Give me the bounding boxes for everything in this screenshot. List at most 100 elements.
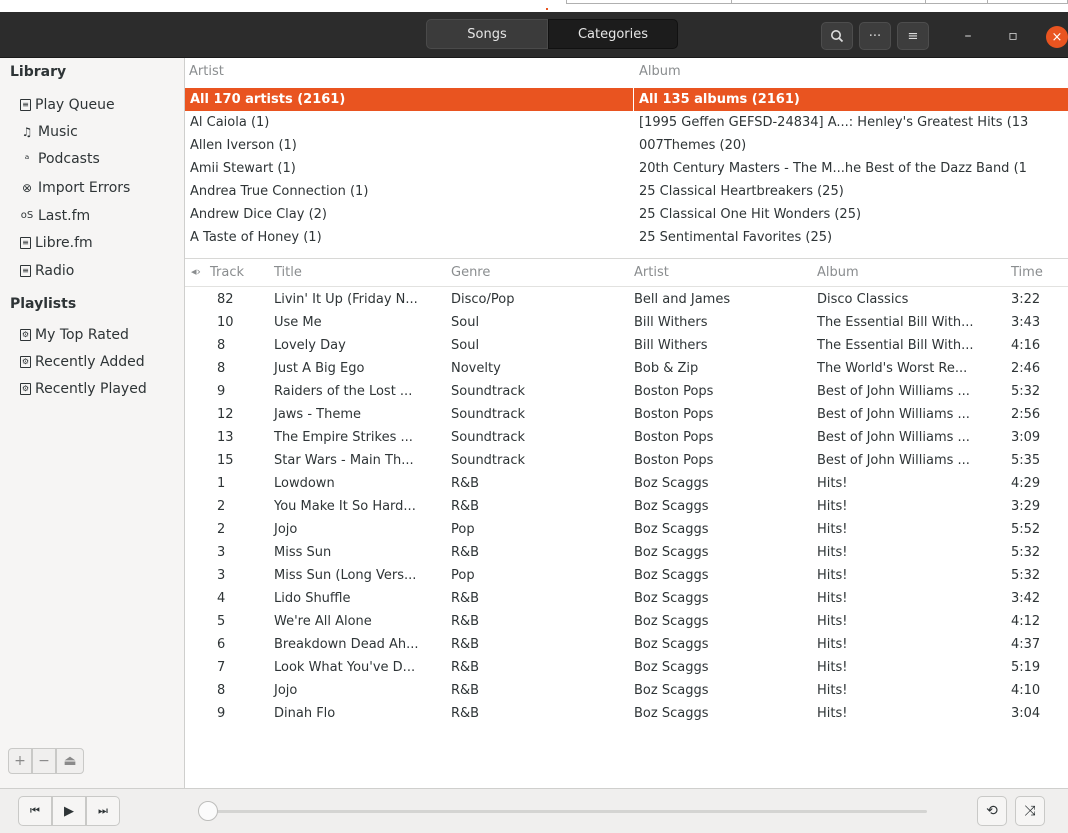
artist-item[interactable]: Andrea True Connection (1) — [185, 180, 633, 203]
cell-artist: Boston Pops — [634, 453, 714, 468]
seek-slider[interactable] — [205, 810, 927, 813]
table-row[interactable]: 5 We're All Alone R&B Boz Scaggs Hits! 4:12 — [185, 610, 1068, 633]
cell-artist: Boz Scaggs — [634, 522, 709, 537]
album-item[interactable]: 25 Classical Heartbreakers (25) — [634, 180, 1068, 203]
table-row[interactable]: 9 Dinah Flo R&B Boz Scaggs Hits! 3:04 — [185, 702, 1068, 725]
cell-title: Jojo — [274, 683, 298, 698]
table-row[interactable]: 8 Jojo R&B Boz Scaggs Hits! 4:10 — [185, 679, 1068, 702]
artist-column-header[interactable]: Artist — [185, 58, 633, 86]
table-row[interactable]: 6 Breakdown Dead Ah... R&B Boz Scaggs Hits! 4… — [185, 633, 1068, 656]
maximize-button[interactable]: ▫ — [1001, 24, 1025, 48]
album-item[interactable]: 25 Classical One Hit Wonders (25) — [634, 203, 1068, 226]
column-header-artist[interactable]: Artist — [634, 265, 669, 280]
search-button[interactable] — [821, 22, 853, 50]
table-row[interactable]: 82 Livin' It Up (Friday N... Disco/Pop Bell… — [185, 288, 1068, 311]
previous-button[interactable]: ⏮ — [18, 796, 52, 826]
add-playlist-button[interactable]: + — [8, 748, 32, 774]
artist-item-all[interactable]: All 170 artists (2161) — [185, 88, 633, 111]
cell-genre: R&B — [451, 614, 480, 629]
cell-album: Best of John Williams ... — [817, 384, 970, 399]
maximize-icon: ▫ — [1008, 28, 1018, 44]
sidebar-item-import-errors[interactable]: ⊗ Import Errors — [20, 176, 130, 200]
remove-playlist-button[interactable]: − — [32, 748, 56, 774]
cell-album: Hits! — [817, 683, 848, 698]
cell-artist: Boz Scaggs — [634, 706, 709, 721]
more-button[interactable]: ··· — [859, 22, 891, 50]
artist-list: All 170 artists (2161) Al Caiola (1) All… — [185, 88, 633, 249]
sidebar-item-librefm[interactable]: ≡ Libre.fm — [20, 231, 93, 255]
eject-button[interactable]: ⏏ — [56, 748, 84, 774]
table-row[interactable]: 8 Lovely Day Soul Bill Withers The Essential… — [185, 334, 1068, 357]
sidebar-item-music[interactable]: ♫ Music — [20, 120, 78, 144]
repeat-button[interactable]: ⟲ — [977, 796, 1007, 826]
table-row[interactable]: 3 Miss Sun R&B Boz Scaggs Hits! 5:32 — [185, 541, 1068, 564]
seek-knob[interactable] — [198, 801, 218, 821]
sidebar-item-my-top-rated[interactable]: ⚙ My Top Rated — [20, 323, 129, 347]
tab-songs[interactable]: Songs — [426, 19, 548, 49]
album-item-all[interactable]: All 135 albums (2161) — [634, 88, 1068, 111]
cell-title: Miss Sun (Long Vers... — [274, 568, 417, 583]
sidebar-item-lastfm[interactable]: oS Last.fm — [20, 204, 90, 228]
close-button[interactable]: × — [1046, 26, 1068, 48]
cell-genre: R&B — [451, 476, 480, 491]
artist-item[interactable]: A Taste of Honey (1) — [185, 226, 633, 249]
table-row[interactable]: 7 Look What You've D... R&B Boz Scaggs Hits!… — [185, 656, 1068, 679]
table-row[interactable]: 9 Raiders of the Lost ... Soundtrack Boston… — [185, 380, 1068, 403]
table-row[interactable]: 12 Jaws - Theme Soundtrack Boston Pops Best … — [185, 403, 1068, 426]
menu-button[interactable]: ≡ — [897, 22, 929, 50]
cell-track: 2 — [217, 522, 226, 537]
cell-track: 13 — [217, 430, 234, 445]
column-header-title[interactable]: Title — [274, 265, 302, 280]
play-icon: ▶ — [64, 803, 74, 819]
column-header-track[interactable]: Track — [210, 265, 244, 280]
cell-track: 9 — [217, 706, 226, 721]
album-item[interactable]: 25 Sentimental Favorites (25) — [634, 226, 1068, 249]
column-header-time[interactable]: Time — [1011, 265, 1043, 280]
table-row[interactable]: 3 Miss Sun (Long Vers... Pop Boz Scaggs Hits… — [185, 564, 1068, 587]
cell-genre: R&B — [451, 660, 480, 675]
sidebar-item-radio[interactable]: ≡ Radio — [20, 259, 74, 283]
cell-album: Hits! — [817, 545, 848, 560]
table-row[interactable]: 10 Use Me Soul Bill Withers The Essential Bi… — [185, 311, 1068, 334]
table-row[interactable]: 8 Just A Big Ego Novelty Bob & Zip The World… — [185, 357, 1068, 380]
artist-item[interactable]: Amii Stewart (1) — [185, 157, 633, 180]
table-row[interactable]: 1 Lowdown R&B Boz Scaggs Hits! 4:29 — [185, 472, 1068, 495]
cell-track: 6 — [217, 637, 226, 652]
sidebar-item-recently-added[interactable]: ⚙ Recently Added — [20, 350, 145, 374]
cell-artist: Boston Pops — [634, 430, 714, 445]
table-row[interactable]: 15 Star Wars - Main Th... Soundtrack Boston… — [185, 449, 1068, 472]
repeat-icon: ⟲ — [986, 803, 998, 819]
column-header-genre[interactable]: Genre — [451, 265, 490, 280]
cell-title: Breakdown Dead Ah... — [274, 637, 419, 652]
table-row[interactable]: 2 You Make It So Hard... R&B Boz Scaggs Hits… — [185, 495, 1068, 518]
cell-title: Star Wars - Main Th... — [274, 453, 414, 468]
cell-genre: R&B — [451, 499, 480, 514]
shuffle-button[interactable]: ⤨ — [1015, 796, 1045, 826]
album-item[interactable]: 007Themes (20) — [634, 134, 1068, 157]
cell-track: 8 — [217, 361, 226, 376]
artist-item[interactable]: Allen Iverson (1) — [185, 134, 633, 157]
table-row[interactable]: 4 Lido Shuffle R&B Boz Scaggs Hits! 3:42 — [185, 587, 1068, 610]
sidebar-item-podcasts[interactable]: ᵃ Podcasts — [20, 147, 100, 171]
cell-time: 3:09 — [1011, 430, 1041, 445]
cell-title: Lowdown — [274, 476, 335, 491]
play-button[interactable]: ▶ — [52, 796, 86, 826]
cell-artist: Boz Scaggs — [634, 476, 709, 491]
column-header-album[interactable]: Album — [817, 265, 859, 280]
cell-time: 5:19 — [1011, 660, 1041, 675]
album-item[interactable]: 20th Century Masters - The M...he Best o… — [634, 157, 1068, 180]
sidebar-item-recently-played[interactable]: ⚙ Recently Played — [20, 377, 147, 401]
table-row[interactable]: 2 Jojo Pop Boz Scaggs Hits! 5:52 — [185, 518, 1068, 541]
cell-track: 82 — [217, 292, 234, 307]
next-button[interactable]: ⏭ — [86, 796, 120, 826]
table-row[interactable]: 13 The Empire Strikes ... Soundtrack Boston… — [185, 426, 1068, 449]
tab-categories[interactable]: Categories — [548, 19, 678, 49]
album-item[interactable]: [1995 Geffen GEFSD-24834] A...: Henley's… — [634, 111, 1068, 134]
artist-item[interactable]: Al Caiola (1) — [185, 111, 633, 134]
artist-item[interactable]: Andrew Dice Clay (2) — [185, 203, 633, 226]
rss-icon: ᵃ — [24, 152, 30, 166]
minimize-button[interactable]: – — [956, 24, 980, 48]
sidebar-item-play-queue[interactable]: ≡ Play Queue — [20, 93, 115, 117]
cell-title: Use Me — [274, 315, 322, 330]
album-column-header[interactable]: Album — [635, 58, 1068, 86]
